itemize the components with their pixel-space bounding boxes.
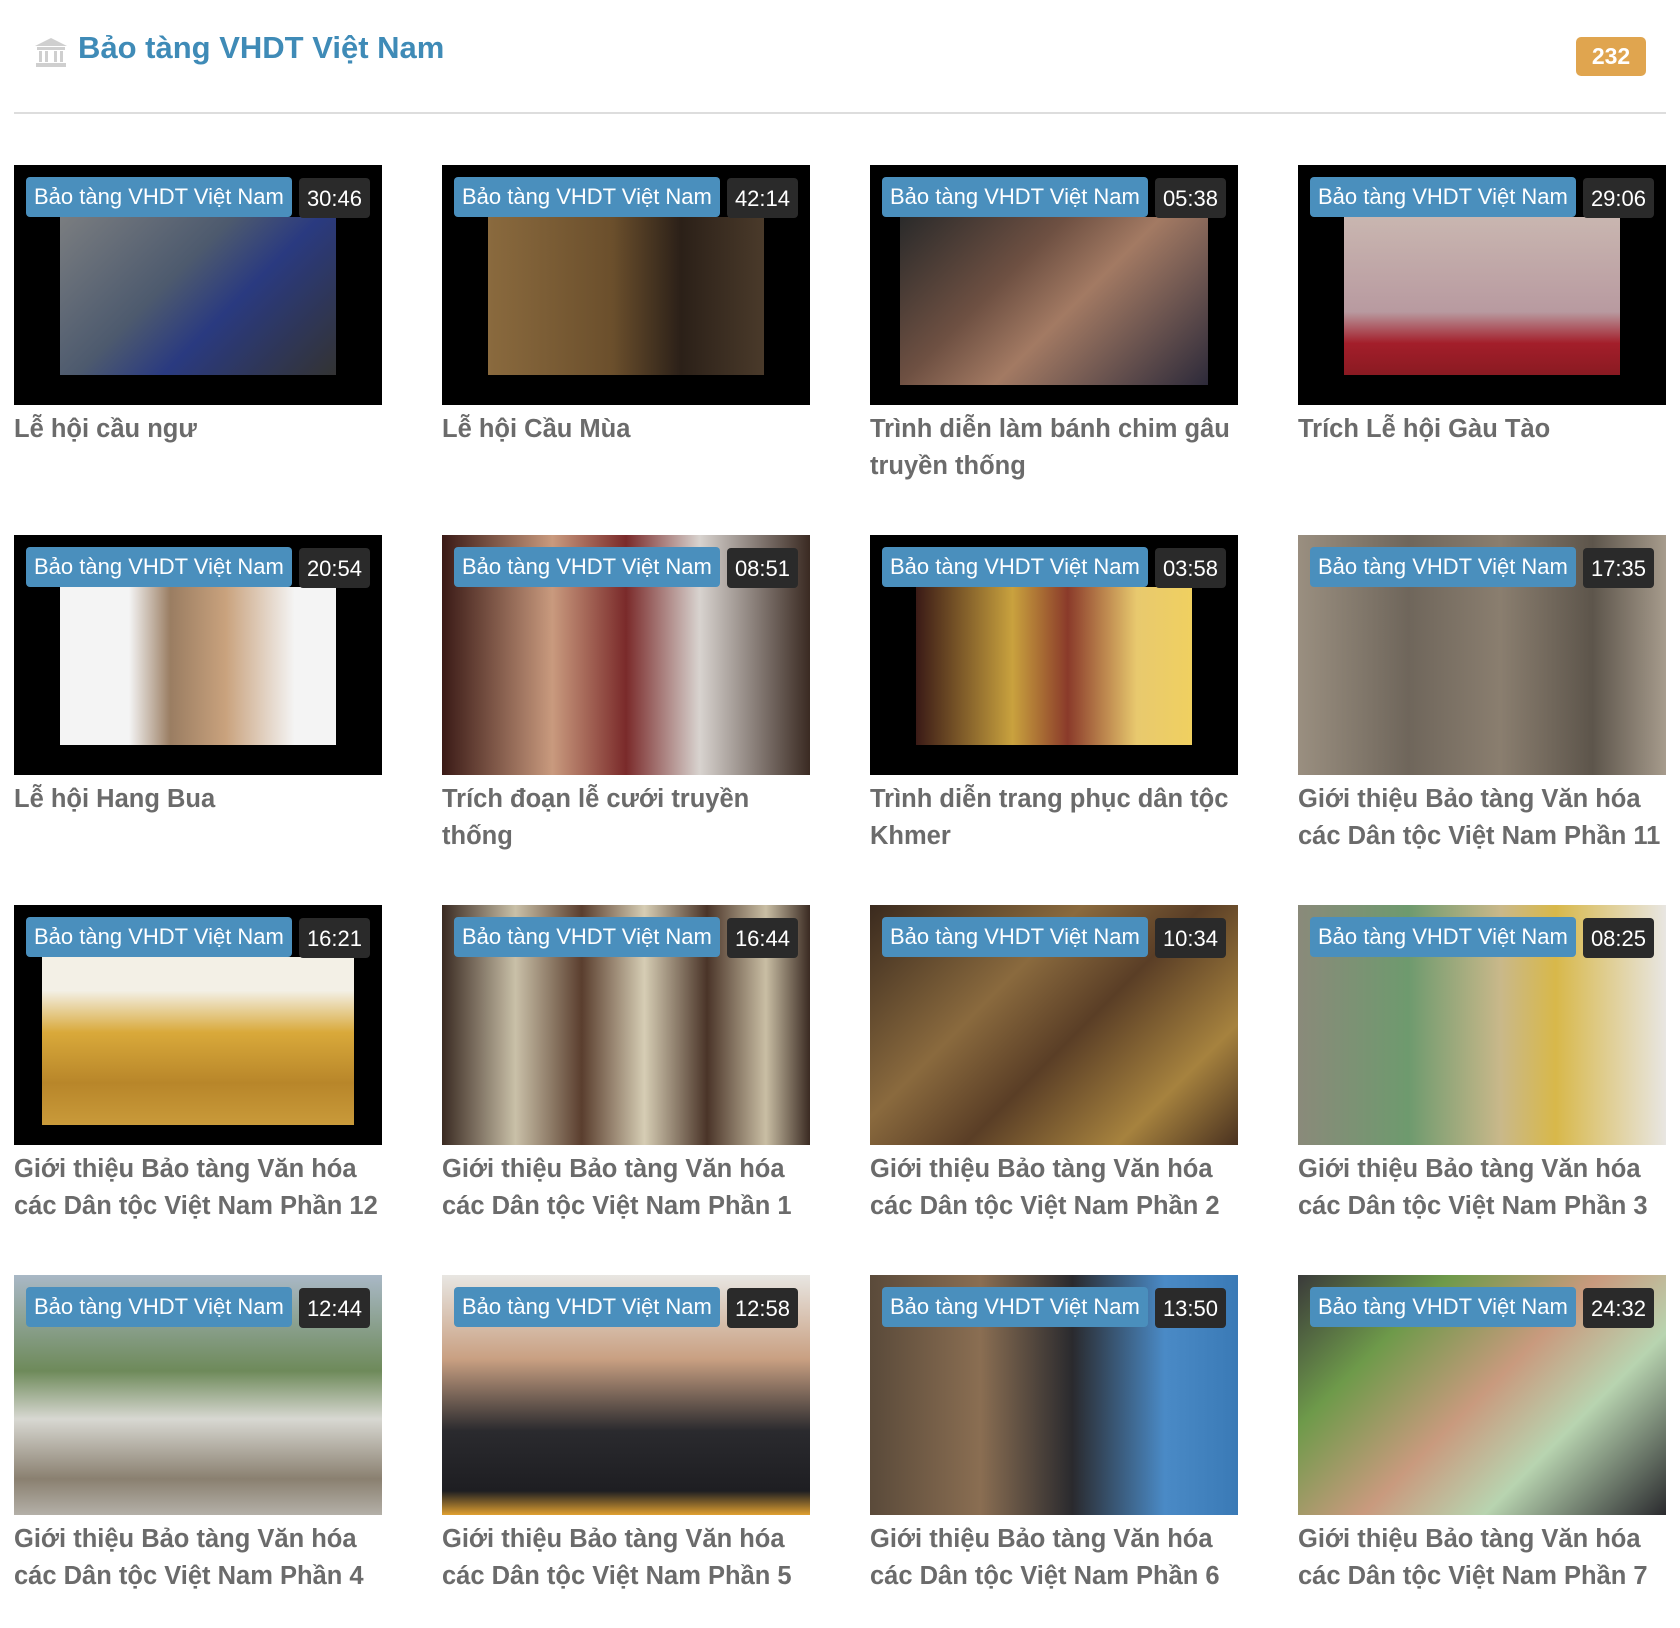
video-card[interactable]: Bảo tàng VHDT Việt Nam 17:35 Giới thiệu … bbox=[1298, 535, 1666, 875]
video-thumbnail[interactable]: Bảo tàng VHDT Việt Nam 24:32 bbox=[1298, 1275, 1666, 1515]
channel-tag[interactable]: Bảo tàng VHDT Việt Nam bbox=[26, 917, 292, 957]
video-card[interactable]: Bảo tàng VHDT Việt Nam 13:50 Giới thiệu … bbox=[870, 1275, 1238, 1615]
duration-label: 20:54 bbox=[298, 548, 370, 588]
video-title[interactable]: Giới thiệu Bảo tàng Văn hóa các Dân tộc … bbox=[14, 1521, 394, 1595]
page-header: Bảo tàng VHDT Việt Nam 232 bbox=[14, 0, 1666, 114]
video-card[interactable]: Bảo tàng VHDT Việt Nam 42:14 Lễ hội Cầu … bbox=[442, 165, 810, 505]
video-title[interactable]: Trình diễn trang phục dân tộc Khmer bbox=[870, 781, 1250, 855]
channel-tag[interactable]: Bảo tàng VHDT Việt Nam bbox=[1310, 177, 1576, 217]
channel-tag[interactable]: Bảo tàng VHDT Việt Nam bbox=[26, 547, 292, 587]
duration-label: 03:58 bbox=[1154, 548, 1226, 588]
museum-icon bbox=[35, 38, 67, 67]
video-card[interactable]: Bảo tàng VHDT Việt Nam 12:58 Giới thiệu … bbox=[442, 1275, 810, 1615]
channel-tag[interactable]: Bảo tàng VHDT Việt Nam bbox=[882, 1287, 1148, 1327]
page-title: Bảo tàng VHDT Việt Nam bbox=[78, 30, 445, 65]
video-title[interactable]: Giới thiệu Bảo tàng Văn hóa các Dân tộc … bbox=[870, 1151, 1250, 1225]
channel-tag[interactable]: Bảo tàng VHDT Việt Nam bbox=[882, 547, 1148, 587]
thumbnail-image bbox=[60, 587, 336, 745]
video-card[interactable]: Bảo tàng VHDT Việt Nam 08:25 Giới thiệu … bbox=[1298, 905, 1666, 1245]
thumbnail-image bbox=[900, 217, 1208, 385]
channel-tag[interactable]: Bảo tàng VHDT Việt Nam bbox=[26, 177, 292, 217]
video-card[interactable]: Bảo tàng VHDT Việt Nam 12:44 Giới thiệu … bbox=[14, 1275, 382, 1615]
video-card[interactable]: Bảo tàng VHDT Việt Nam 05:38 Trình diễn … bbox=[870, 165, 1238, 505]
video-title[interactable]: Giới thiệu Bảo tàng Văn hóa các Dân tộc … bbox=[1298, 781, 1678, 855]
video-title[interactable]: Giới thiệu Bảo tàng Văn hóa các Dân tộc … bbox=[14, 1151, 394, 1225]
duration-label: 05:38 bbox=[1154, 178, 1226, 218]
channel-tag[interactable]: Bảo tàng VHDT Việt Nam bbox=[1310, 547, 1576, 587]
video-thumbnail[interactable]: Bảo tàng VHDT Việt Nam 13:50 bbox=[870, 1275, 1238, 1515]
video-card[interactable]: Bảo tàng VHDT Việt Nam 08:51 Trích đoạn … bbox=[442, 535, 810, 875]
duration-label: 30:46 bbox=[298, 178, 370, 218]
channel-tag[interactable]: Bảo tàng VHDT Việt Nam bbox=[882, 917, 1148, 957]
video-title[interactable]: Giới thiệu Bảo tàng Văn hóa các Dân tộc … bbox=[442, 1151, 822, 1225]
duration-label: 42:14 bbox=[726, 178, 798, 218]
duration-label: 10:34 bbox=[1154, 918, 1226, 958]
thumbnail-image bbox=[60, 217, 336, 375]
duration-label: 16:21 bbox=[298, 918, 370, 958]
channel-tag[interactable]: Bảo tàng VHDT Việt Nam bbox=[1310, 917, 1576, 957]
video-thumbnail[interactable]: Bảo tàng VHDT Việt Nam 10:34 bbox=[870, 905, 1238, 1145]
duration-label: 12:58 bbox=[726, 1288, 798, 1328]
video-card[interactable]: Bảo tàng VHDT Việt Nam 29:06 Trích Lễ hộ… bbox=[1298, 165, 1666, 505]
video-thumbnail[interactable]: Bảo tàng VHDT Việt Nam 12:44 bbox=[14, 1275, 382, 1515]
channel-tag[interactable]: Bảo tàng VHDT Việt Nam bbox=[454, 917, 720, 957]
video-title[interactable]: Trình diễn làm bánh chim gâu truyền thốn… bbox=[870, 411, 1250, 485]
duration-label: 12:44 bbox=[298, 1288, 370, 1328]
video-thumbnail[interactable]: Bảo tàng VHDT Việt Nam 12:58 bbox=[442, 1275, 810, 1515]
video-title[interactable]: Lễ hội cầu ngư bbox=[14, 411, 394, 448]
thumbnail-image bbox=[488, 217, 764, 375]
duration-label: 08:51 bbox=[726, 548, 798, 588]
video-thumbnail[interactable]: Bảo tàng VHDT Việt Nam 05:38 bbox=[870, 165, 1238, 405]
video-card[interactable]: Bảo tàng VHDT Việt Nam 24:32 Giới thiệu … bbox=[1298, 1275, 1666, 1615]
video-title[interactable]: Trích Lễ hội Gàu Tào bbox=[1298, 411, 1678, 448]
channel-tag[interactable]: Bảo tàng VHDT Việt Nam bbox=[26, 1287, 292, 1327]
video-thumbnail[interactable]: Bảo tàng VHDT Việt Nam 16:44 bbox=[442, 905, 810, 1145]
video-card[interactable]: Bảo tàng VHDT Việt Nam 16:44 Giới thiệu … bbox=[442, 905, 810, 1245]
thumbnail-image bbox=[1344, 217, 1620, 375]
video-thumbnail[interactable]: Bảo tàng VHDT Việt Nam 29:06 bbox=[1298, 165, 1666, 405]
video-card[interactable]: Bảo tàng VHDT Việt Nam 20:54 Lễ hội Hang… bbox=[14, 535, 382, 875]
video-title[interactable]: Giới thiệu Bảo tàng Văn hóa các Dân tộc … bbox=[870, 1521, 1250, 1595]
duration-label: 29:06 bbox=[1582, 178, 1654, 218]
video-card[interactable]: Bảo tàng VHDT Việt Nam 03:58 Trình diễn … bbox=[870, 535, 1238, 875]
video-title[interactable]: Lễ hội Hang Bua bbox=[14, 781, 394, 818]
channel-tag[interactable]: Bảo tàng VHDT Việt Nam bbox=[882, 177, 1148, 217]
thumbnail-image bbox=[916, 587, 1192, 745]
duration-label: 16:44 bbox=[726, 918, 798, 958]
video-title[interactable]: Giới thiệu Bảo tàng Văn hóa các Dân tộc … bbox=[1298, 1151, 1678, 1225]
video-thumbnail[interactable]: Bảo tàng VHDT Việt Nam 42:14 bbox=[442, 165, 810, 405]
video-thumbnail[interactable]: Bảo tàng VHDT Việt Nam 03:58 bbox=[870, 535, 1238, 775]
duration-label: 08:25 bbox=[1582, 918, 1654, 958]
video-card[interactable]: Bảo tàng VHDT Việt Nam 16:21 Giới thiệu … bbox=[14, 905, 382, 1245]
video-title[interactable]: Giới thiệu Bảo tàng Văn hóa các Dân tộc … bbox=[442, 1521, 822, 1595]
video-thumbnail[interactable]: Bảo tàng VHDT Việt Nam 08:51 bbox=[442, 535, 810, 775]
count-badge: 232 bbox=[1576, 37, 1646, 76]
video-thumbnail[interactable]: Bảo tàng VHDT Việt Nam 17:35 bbox=[1298, 535, 1666, 775]
video-card[interactable]: Bảo tàng VHDT Việt Nam 10:34 Giới thiệu … bbox=[870, 905, 1238, 1245]
channel-tag[interactable]: Bảo tàng VHDT Việt Nam bbox=[454, 1287, 720, 1327]
channel-tag[interactable]: Bảo tàng VHDT Việt Nam bbox=[454, 177, 720, 217]
video-title[interactable]: Lễ hội Cầu Mùa bbox=[442, 411, 822, 448]
video-thumbnail[interactable]: Bảo tàng VHDT Việt Nam 20:54 bbox=[14, 535, 382, 775]
video-thumbnail[interactable]: Bảo tàng VHDT Việt Nam 30:46 bbox=[14, 165, 382, 405]
video-thumbnail[interactable]: Bảo tàng VHDT Việt Nam 08:25 bbox=[1298, 905, 1666, 1145]
video-title[interactable]: Trích đoạn lễ cưới truyền thống bbox=[442, 781, 822, 855]
channel-tag[interactable]: Bảo tàng VHDT Việt Nam bbox=[454, 547, 720, 587]
duration-label: 17:35 bbox=[1582, 548, 1654, 588]
thumbnail-image bbox=[42, 957, 354, 1125]
channel-tag[interactable]: Bảo tàng VHDT Việt Nam bbox=[1310, 1287, 1576, 1327]
duration-label: 24:32 bbox=[1582, 1288, 1654, 1328]
video-title[interactable]: Giới thiệu Bảo tàng Văn hóa các Dân tộc … bbox=[1298, 1521, 1678, 1595]
video-thumbnail[interactable]: Bảo tàng VHDT Việt Nam 16:21 bbox=[14, 905, 382, 1145]
duration-label: 13:50 bbox=[1154, 1288, 1226, 1328]
video-card[interactable]: Bảo tàng VHDT Việt Nam 30:46 Lễ hội cầu … bbox=[14, 165, 382, 505]
